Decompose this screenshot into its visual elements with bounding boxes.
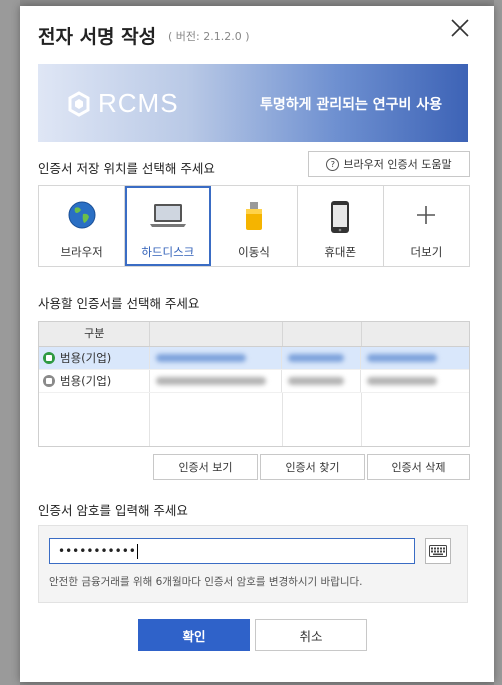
close-button[interactable] <box>448 16 472 40</box>
storage-label-phone: 휴대폰 <box>324 245 357 259</box>
certificate-table: 구분 범용(기업) 범용(기업) <box>38 321 470 447</box>
column-header-kind[interactable]: 구분 <box>39 322 151 346</box>
find-cert-button[interactable]: 인증서 찾기 <box>260 454 365 480</box>
rcms-logo: RCMS <box>66 88 179 119</box>
delete-cert-button[interactable]: 인증서 삭제 <box>367 454 470 480</box>
plus-icon <box>415 204 437 230</box>
storage-options: 브라우저 하드디스크 이동식 휴대폰 더보기 <box>38 185 470 267</box>
phone-icon <box>329 200 351 238</box>
cert-heading: 사용할 인증서를 선택해 주세요 <box>38 296 200 311</box>
confirm-button[interactable]: 확인 <box>138 619 250 651</box>
rcms-banner: RCMS 투명하게 관리되는 연구비 사용 <box>38 64 468 142</box>
password-input[interactable]: ••••••••••• <box>49 538 415 564</box>
background-right <box>494 0 502 685</box>
storage-label-harddisk: 하드디스크 <box>141 245 195 259</box>
question-icon: ? <box>326 157 340 171</box>
table-row[interactable]: 범용(기업) <box>39 347 469 370</box>
blurred-cell <box>361 347 469 369</box>
storage-label-more: 더보기 <box>410 245 443 259</box>
dialog-title: 전자 서명 작성 <box>38 26 157 48</box>
cert-kind-cell: 범용(기업) <box>39 370 150 392</box>
password-panel: ••••••••••• 안전한 금융거래를 위해 6개월마다 인증서 암호를 변… <box>38 525 468 603</box>
view-cert-button[interactable]: 인증서 보기 <box>153 454 258 480</box>
blurred-text <box>288 354 345 362</box>
cert-kind: 범용(기업) <box>60 374 112 388</box>
background-left <box>0 0 20 685</box>
blurred-cell <box>150 347 283 369</box>
usb-drive-icon <box>242 200 266 236</box>
table-empty-area <box>39 393 469 446</box>
column-header-blurred[interactable] <box>150 322 283 346</box>
blurred-cell <box>282 347 362 369</box>
storage-item-phone[interactable]: 휴대폰 <box>297 186 384 266</box>
table-row[interactable]: 범용(기업) <box>39 370 469 393</box>
banner-slogan: 투명하게 관리되는 연구비 사용 <box>260 97 443 113</box>
storage-item-removable[interactable]: 이동식 <box>211 186 298 266</box>
blurred-cell <box>150 370 283 392</box>
blurred-cell <box>282 370 362 392</box>
blurred-cell <box>361 370 469 392</box>
laptop-icon <box>147 200 189 234</box>
table-header: 구분 <box>39 322 469 347</box>
version-label: ( 버전: 2.1.2.0 ) <box>168 30 250 43</box>
green-cert-icon <box>43 352 55 364</box>
storage-item-harddisk[interactable]: 하드디스크 <box>125 186 212 266</box>
cert-kind-cell: 범용(기업) <box>39 347 150 369</box>
password-heading: 인증서 암호를 입력해 주세요 <box>38 503 188 518</box>
cancel-button[interactable]: 취소 <box>255 619 367 651</box>
storage-label-removable: 이동식 <box>238 245 270 259</box>
storage-item-browser[interactable]: 브라우저 <box>39 186 126 266</box>
cert-kind: 범용(기업) <box>60 351 112 365</box>
column-header-blurred[interactable] <box>362 322 469 346</box>
storage-label-browser: 브라우저 <box>60 245 103 259</box>
gray-cert-icon <box>43 375 55 387</box>
globe-icon <box>67 200 97 234</box>
rcms-logo-icon <box>68 90 90 117</box>
browser-cert-help-button[interactable]: ? 브라우저 인증서 도움말 <box>308 151 470 177</box>
blurred-text <box>288 377 345 385</box>
blurred-text <box>155 354 246 362</box>
password-hint: 안전한 금융거래를 위해 6개월마다 인증서 암호를 변경하시기 바랍니다. <box>49 576 363 588</box>
blurred-text <box>367 354 438 362</box>
storage-item-more[interactable]: 더보기 <box>383 186 470 266</box>
column-header-blurred[interactable] <box>283 322 362 346</box>
storage-heading: 인증서 저장 위치를 선택해 주세요 <box>38 161 215 176</box>
blurred-text <box>155 377 266 385</box>
text-caret <box>136 544 138 559</box>
blurred-text <box>367 377 438 385</box>
rcms-logo-text: RCMS <box>98 88 179 118</box>
signature-dialog: 전자 서명 작성 ( 버전: 2.1.2.0 ) RCMS 투명하게 관리되는 … <box>20 6 494 682</box>
keyboard-icon <box>429 545 447 557</box>
close-icon <box>451 19 469 37</box>
help-button-label: 브라우저 인증서 도움말 <box>343 158 452 171</box>
password-value: ••••••••••• <box>58 544 136 558</box>
virtual-keyboard-button[interactable] <box>425 538 451 564</box>
